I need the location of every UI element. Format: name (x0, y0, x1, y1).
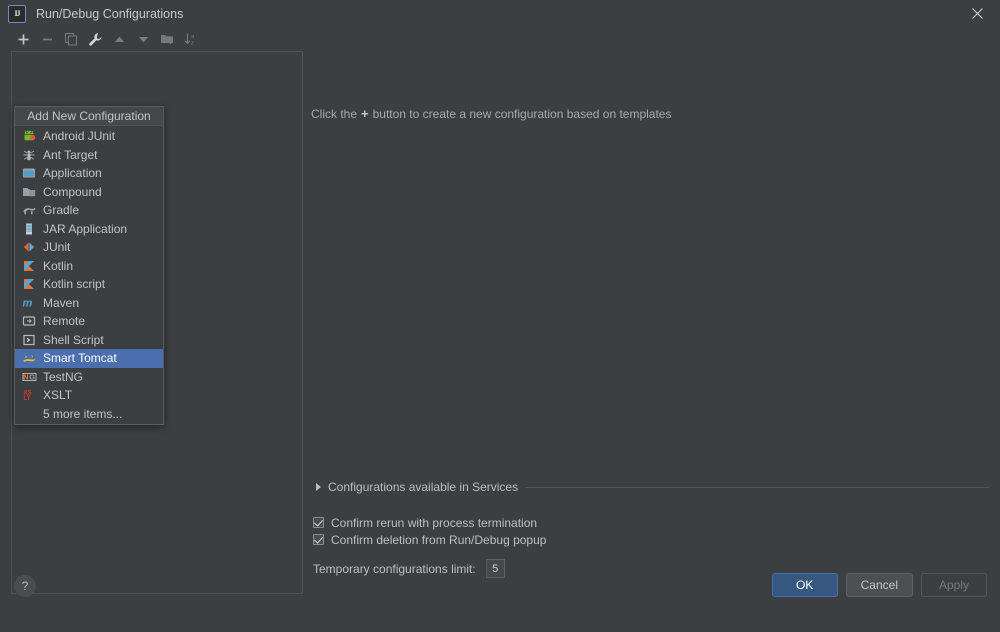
services-label: Configurations available in Services (328, 480, 519, 494)
popup-item-label: JAR Application (43, 221, 128, 236)
popup-item-compound[interactable]: Compound (15, 183, 163, 202)
triangle-right-icon[interactable] (316, 483, 321, 491)
folder-add-icon[interactable] (156, 28, 178, 50)
cancel-button[interactable]: Cancel (845, 573, 913, 597)
section-divider (525, 486, 989, 488)
configurations-toolbar: a z (0, 27, 1000, 51)
confirm-deletion-label: Confirm deletion from Run/Debug popup (331, 532, 547, 547)
popup-item-label: Compound (43, 184, 102, 199)
remote-icon (21, 313, 37, 329)
ok-button[interactable]: OK (771, 573, 838, 597)
empty-state-hint: Click the + button to create a new confi… (311, 106, 671, 121)
popup-item-label: Gradle (43, 203, 80, 218)
svg-text:a: a (191, 34, 195, 40)
popup-item-label: Remote (43, 314, 86, 329)
popup-item-more-items[interactable]: 5 more items... (15, 405, 163, 424)
shell-script-icon (21, 332, 37, 348)
svg-text:N: N (23, 372, 28, 381)
testng-icon: N G (21, 369, 37, 385)
jar-application-icon (21, 221, 37, 237)
popup-item-label: 5 more items... (43, 406, 123, 421)
popup-item-label: Maven (43, 295, 80, 310)
hint-prefix: Click the (311, 106, 358, 121)
apply-button: Apply (921, 573, 987, 597)
intellij-idea-icon: IJ (8, 4, 26, 23)
svg-text:m: m (23, 297, 33, 309)
dialog-body: Add New Configuration Android JUnit Ant … (0, 51, 1000, 599)
popup-item-label: Kotlin script (43, 277, 106, 292)
svg-text:z: z (191, 40, 194, 46)
wrench-icon[interactable] (84, 28, 106, 50)
sort-az-icon[interactable]: a z (180, 28, 202, 50)
options-checkbox-group: Confirm rerun with process termination C… (313, 514, 546, 548)
compound-icon (21, 184, 37, 200)
close-icon[interactable] (954, 0, 1000, 27)
help-button[interactable]: ? (14, 575, 36, 597)
popup-item-label: Application (43, 166, 102, 181)
popup-item-label: Shell Script (43, 332, 104, 347)
plus-icon: + (361, 106, 369, 121)
popup-item-jar-application[interactable]: JAR Application (15, 220, 163, 239)
kotlin-script-icon (21, 276, 37, 292)
popup-item-label: Smart Tomcat (43, 351, 117, 366)
confirm-rerun-checkbox-row[interactable]: Confirm rerun with process termination (313, 514, 546, 531)
copy-configuration-button[interactable] (60, 28, 82, 50)
popup-item-application[interactable]: Application (15, 164, 163, 183)
popup-item-list: Android JUnit Ant Target Application Com… (15, 126, 163, 423)
popup-item-shell-script[interactable]: Shell Script (15, 331, 163, 350)
ide-bottom-status-strip (0, 624, 1000, 632)
popup-item-testng[interactable]: N G TestNG (15, 368, 163, 387)
popup-item-junit[interactable]: JUnit (15, 238, 163, 257)
popup-item-smart-tomcat[interactable]: Smart Tomcat (15, 349, 163, 368)
confirm-rerun-checkbox[interactable] (313, 517, 324, 528)
arrow-up-icon[interactable] (108, 28, 130, 50)
add-configuration-button[interactable] (12, 28, 34, 50)
svg-text:G: G (29, 372, 35, 381)
popup-item-label: JUnit (43, 240, 71, 255)
temp-limit-label: Temporary configurations limit: (313, 561, 476, 576)
popup-item-gradle[interactable]: Gradle (15, 201, 163, 220)
add-new-configuration-popup: Add New Configuration Android JUnit Ant … (14, 106, 164, 425)
hint-suffix: button to create a new configuration bas… (372, 106, 672, 121)
run-debug-configurations-dialog: IJ Run/Debug Configurations a z Add New … (0, 0, 1000, 625)
popup-item-remote[interactable]: Remote (15, 312, 163, 331)
kotlin-icon (21, 258, 37, 274)
popup-item-label: TestNG (43, 369, 84, 384)
confirm-rerun-label: Confirm rerun with process termination (331, 515, 538, 530)
junit-icon (21, 239, 37, 255)
services-section-header[interactable]: Configurations available in Services (316, 480, 989, 494)
remove-configuration-button[interactable] (36, 28, 58, 50)
popup-item-ant-target[interactable]: Ant Target (15, 146, 163, 165)
confirm-deletion-checkbox-row[interactable]: Confirm deletion from Run/Debug popup (313, 531, 546, 548)
popup-item-kotlin[interactable]: Kotlin (15, 257, 163, 276)
confirm-deletion-checkbox[interactable] (313, 534, 324, 545)
popup-item-label: XSLT (43, 388, 73, 403)
dialog-title: Run/Debug Configurations (36, 6, 184, 21)
configuration-details-panel: Click the + button to create a new confi… (311, 51, 989, 594)
popup-item-maven[interactable]: m Maven (15, 294, 163, 313)
popup-item-label: Kotlin (43, 258, 74, 273)
application-icon (21, 165, 37, 181)
dialog-footer: ? OK Cancel Apply (0, 573, 1000, 625)
popup-title: Add New Configuration (15, 107, 163, 126)
popup-item-label: Ant Target (43, 147, 98, 162)
maven-icon: m (21, 295, 37, 311)
arrow-down-icon[interactable] (132, 28, 154, 50)
popup-item-xslt[interactable]: XS LT XSLT (15, 386, 163, 405)
dialog-action-buttons: OK Cancel Apply (771, 573, 987, 597)
svg-text:LT: LT (23, 396, 30, 402)
xslt-icon: XS LT (21, 387, 37, 403)
popup-item-kotlin-script[interactable]: Kotlin script (15, 275, 163, 294)
dialog-titlebar: IJ Run/Debug Configurations (0, 0, 1000, 27)
ant-target-icon (21, 147, 37, 163)
android-junit-icon (21, 128, 37, 144)
popup-item-android-junit[interactable]: Android JUnit (15, 127, 163, 146)
gradle-icon (21, 202, 37, 218)
popup-item-label: Android JUnit (43, 129, 116, 144)
smart-tomcat-icon (21, 350, 37, 366)
